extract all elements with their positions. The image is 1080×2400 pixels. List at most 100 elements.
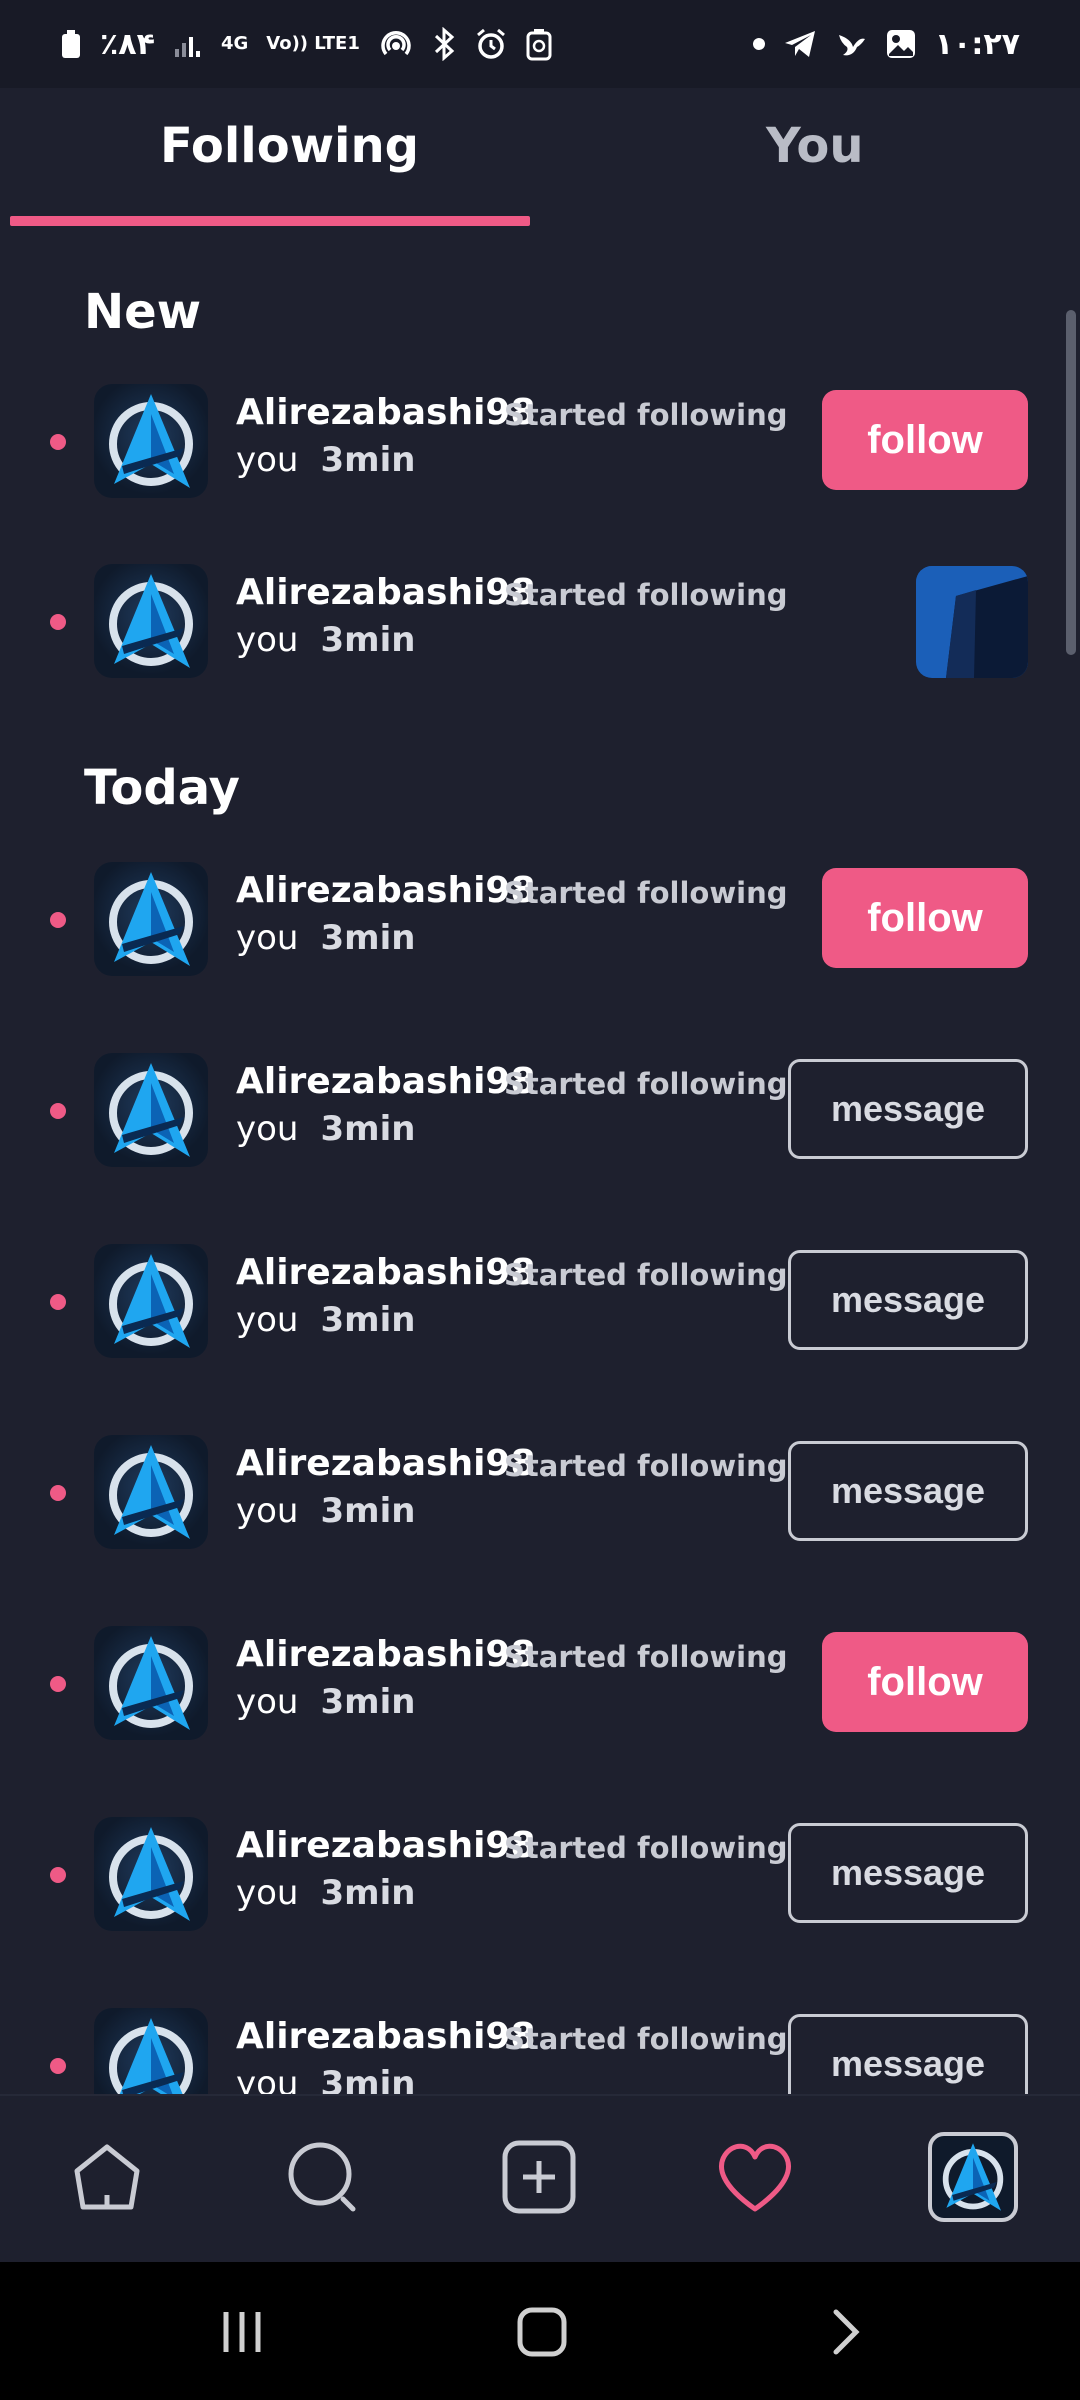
list-item[interactable]: Alirezabashi98 Started following you 3mi… — [0, 562, 1080, 682]
nav-add[interactable] — [494, 2132, 584, 2222]
home-square-icon — [517, 2307, 567, 2357]
message-button[interactable]: message — [788, 1441, 1028, 1541]
avatar[interactable] — [94, 1053, 208, 1167]
avatar[interactable] — [94, 2008, 208, 2094]
list-item[interactable]: Alirezabashi98 Started following you 3mi… — [0, 1815, 1080, 1935]
object-text: you — [236, 440, 299, 480]
username[interactable]: Alirezabashi98 — [236, 1252, 536, 1293]
action-text: Started following — [504, 1258, 788, 1292]
list-item[interactable]: Alirezabashi98 Started following you 3mi… — [0, 1242, 1080, 1362]
logo-icon — [109, 1827, 193, 1921]
clock: ۱۰:۲۷ — [934, 26, 1020, 62]
alarm-icon — [476, 28, 505, 59]
logo-icon — [109, 394, 193, 488]
object-text: you — [236, 1682, 299, 1722]
nav-search[interactable] — [278, 2132, 368, 2222]
list-item[interactable]: Alirezabashi98 Started following you 3mi… — [0, 1051, 1080, 1171]
back-button[interactable] — [806, 2292, 886, 2372]
object-text: you — [236, 1491, 299, 1531]
post-thumbnail[interactable] — [916, 566, 1028, 678]
object-text: you — [236, 1873, 299, 1913]
timestamp: 3min — [320, 1682, 416, 1722]
tab-following[interactable]: Following — [160, 118, 419, 174]
heart-icon — [719, 2143, 791, 2212]
bird-icon — [838, 35, 865, 56]
list-item[interactable]: Alirezabashi98 Started following you 3mi… — [0, 2006, 1080, 2094]
unread-dot — [50, 912, 66, 928]
username[interactable]: Alirezabashi98 — [236, 1061, 536, 1102]
unread-dot — [50, 1676, 66, 1692]
message-button[interactable]: message — [788, 1823, 1028, 1923]
action-text: Started following — [504, 876, 788, 910]
logo-icon — [109, 574, 193, 668]
message-button[interactable]: message — [788, 1059, 1028, 1159]
notification-detail: you 3min — [236, 440, 415, 480]
unread-dot — [50, 614, 66, 630]
nav-profile[interactable] — [928, 2132, 1018, 2222]
action-text: Started following — [504, 578, 788, 612]
logo-icon — [109, 1445, 193, 1539]
timestamp: 3min — [320, 440, 416, 480]
recent-apps-icon — [223, 2312, 261, 2352]
section-title-today: Today — [84, 760, 240, 816]
notification-detail: you 3min — [236, 620, 415, 660]
unread-dot — [50, 1294, 66, 1310]
timestamp: 3min — [320, 1873, 416, 1913]
status-left: ٪۸۴ 4G Vo)) LTE1 — [60, 26, 552, 62]
timestamp: 3min — [320, 1491, 416, 1531]
hotspot-icon — [381, 30, 411, 56]
action-text: Started following — [504, 1067, 788, 1101]
username[interactable]: Alirezabashi98 — [236, 1634, 536, 1675]
section-title-new: New — [84, 284, 202, 340]
follow-button[interactable]: follow — [822, 868, 1028, 968]
username[interactable]: Alirezabashi98 — [236, 2016, 536, 2057]
battery-percent: ٪۸۴ — [100, 26, 155, 62]
notification-detail: you 3min — [236, 1873, 415, 1913]
list-item[interactable]: Alirezabashi98 Started following you 3mi… — [0, 1624, 1080, 1744]
username[interactable]: Alirezabashi98 — [236, 1443, 536, 1484]
recent-apps-button[interactable] — [202, 2292, 282, 2372]
object-text: you — [236, 2064, 299, 2094]
list-item[interactable]: Alirezabashi98 Started following you 3mi… — [0, 860, 1080, 980]
scrollbar[interactable] — [1066, 310, 1076, 655]
timestamp: 3min — [320, 620, 416, 660]
notification-detail: you 3min — [236, 1491, 415, 1531]
username[interactable]: Alirezabashi98 — [236, 392, 536, 433]
follow-button[interactable]: follow — [822, 390, 1028, 490]
unread-dot — [50, 1867, 66, 1883]
notification-detail: you 3min — [236, 2064, 415, 2094]
nav-home[interactable] — [62, 2132, 152, 2222]
nav-activity[interactable] — [710, 2132, 800, 2222]
system-nav-bar — [0, 2262, 1080, 2400]
home-icon — [74, 2144, 140, 2210]
list-item[interactable]: Alirezabashi98 Started following you 3mi… — [0, 382, 1080, 502]
notification-detail: you 3min — [236, 918, 415, 958]
message-button[interactable]: message — [788, 1250, 1028, 1350]
unread-dot — [50, 2058, 66, 2074]
list-item[interactable]: Alirezabashi98 Started following you 3mi… — [0, 1433, 1080, 1553]
avatar[interactable] — [94, 1435, 208, 1549]
object-text: you — [236, 620, 299, 660]
avatar[interactable] — [94, 564, 208, 678]
chevron-right-icon — [833, 2309, 860, 2355]
avatar[interactable] — [94, 384, 208, 498]
username[interactable]: Alirezabashi98 — [236, 572, 536, 613]
signal-icon — [174, 37, 200, 57]
username[interactable]: Alirezabashi98 — [236, 1825, 536, 1866]
message-button[interactable]: message — [788, 2014, 1028, 2094]
timestamp: 3min — [320, 1109, 416, 1149]
volte-indicator: Vo)) LTE1 — [266, 33, 360, 54]
username[interactable]: Alirezabashi98 — [236, 870, 536, 911]
avatar[interactable] — [94, 862, 208, 976]
profile-avatar — [942, 2143, 1004, 2211]
battery-icon — [62, 30, 80, 58]
notification-list[interactable]: New Alirezabashi98 Started following you… — [0, 228, 1080, 2094]
avatar[interactable] — [94, 1626, 208, 1740]
tab-you[interactable]: You — [766, 118, 864, 174]
avatar[interactable] — [94, 1817, 208, 1931]
system-home-button[interactable] — [502, 2292, 582, 2372]
object-text: you — [236, 1300, 299, 1340]
logo-icon — [109, 1063, 193, 1157]
avatar[interactable] — [94, 1244, 208, 1358]
follow-button[interactable]: follow — [822, 1632, 1028, 1732]
